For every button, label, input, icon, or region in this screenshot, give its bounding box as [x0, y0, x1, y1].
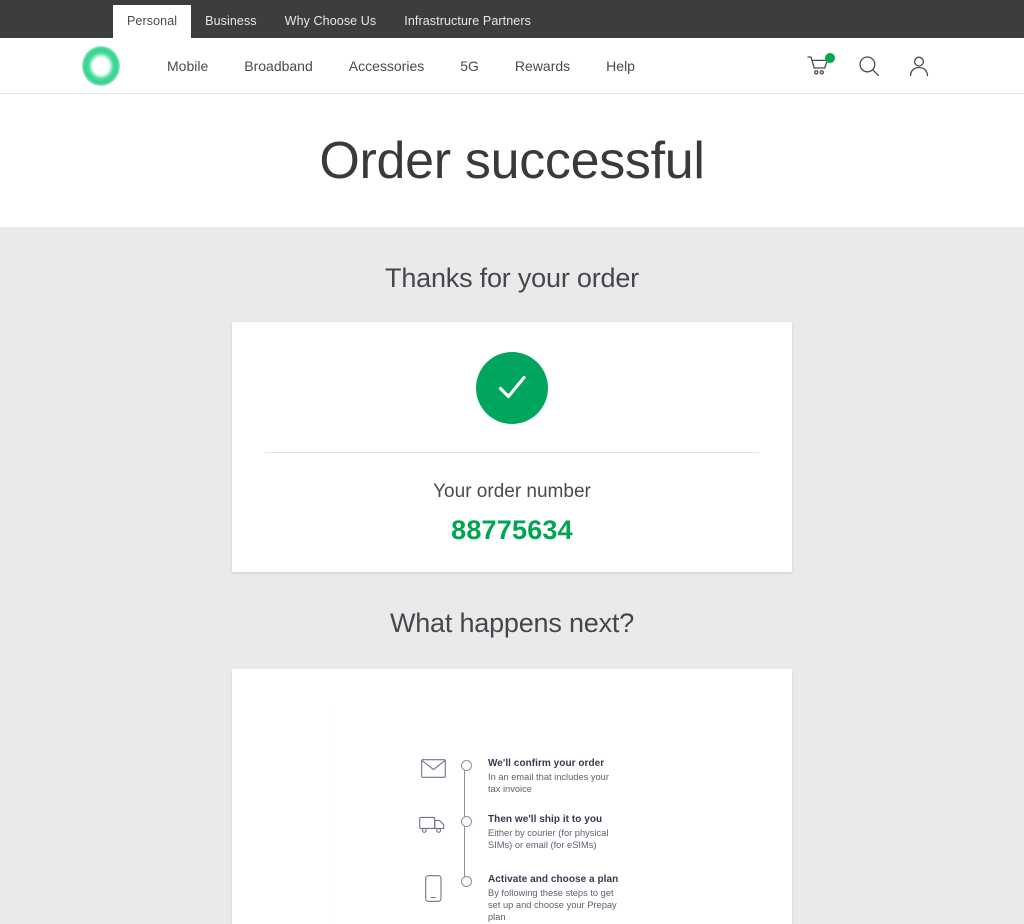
topbar-tab-personal[interactable]: Personal — [113, 5, 192, 38]
order-confirmation-card: Your order number 88775634 — [232, 322, 792, 572]
timeline-step-desc: By following these steps to get set up a… — [488, 888, 617, 922]
nav-item-accessories[interactable]: Accessories — [332, 38, 441, 94]
timeline-dot — [460, 816, 472, 828]
timeline-step-desc: In an email that includes your tax invoi… — [488, 772, 609, 794]
utility-navbar: Personal Business Why Choose Us Infrastr… — [0, 0, 1024, 38]
header-icon-group — [806, 38, 932, 94]
thanks-heading: Thanks for your order — [385, 263, 639, 293]
timeline-dot — [460, 760, 472, 771]
brand-logo[interactable] — [82, 45, 120, 86]
order-number-label: Your order number — [433, 481, 591, 502]
check-circle-icon — [476, 352, 548, 424]
nav-item-rewards[interactable]: Rewards — [498, 38, 587, 94]
order-number-value: 88775634 — [451, 515, 573, 545]
card-inner-divider — [330, 711, 331, 924]
topbar-tab-infrastructure-partners[interactable]: Infrastructure Partners — [390, 5, 545, 38]
timeline-step-desc: Either by courier (for physical SIMs) or… — [488, 828, 609, 850]
what-happens-next-heading: What happens next? — [389, 608, 635, 638]
timeline-dot — [460, 876, 472, 888]
cart-icon[interactable] — [806, 53, 835, 79]
topbar-tab-why-choose-us[interactable]: Why Choose Us — [271, 5, 391, 38]
main-header: Mobile Broadband Accessories 5G Rewards … — [0, 38, 1024, 94]
nav-item-help[interactable]: Help — [589, 38, 652, 94]
timeline-step-title: Activate and choose a plan — [488, 874, 619, 886]
primary-nav: Mobile Broadband Accessories 5G Rewards … — [150, 38, 652, 94]
timeline-step: Activate and choose a plan By following … — [416, 873, 756, 923]
timeline-steps: We'll confirm your order In an email tha… — [416, 757, 756, 923]
page-title: Order successful — [319, 131, 705, 190]
timeline-step-title: We'll confirm your order — [488, 758, 605, 769]
timeline-step-text: Then we'll ship it to you Either by cour… — [482, 813, 622, 851]
truck-icon — [416, 813, 450, 834]
timeline-step-text: Activate and choose a plan By following … — [482, 873, 622, 923]
timeline-step: We'll confirm your order In an email tha… — [416, 757, 756, 795]
timeline-dot-wrap — [450, 757, 482, 771]
card-divider — [265, 452, 759, 453]
cart-badge — [825, 53, 835, 63]
hero-section: Order successful — [0, 94, 1024, 227]
phone-icon — [416, 873, 450, 903]
brand-logo-ring-icon — [82, 45, 120, 86]
timeline-dot-wrap — [450, 873, 482, 888]
nav-item-broadband[interactable]: Broadband — [227, 38, 330, 94]
topbar-tab-business[interactable]: Business — [191, 5, 271, 38]
timeline-step: Then we'll ship it to you Either by cour… — [416, 813, 756, 851]
account-icon[interactable] — [906, 53, 932, 79]
page-body: Thanks for your order Your order number … — [0, 227, 1024, 924]
what-happens-next-card: We'll confirm your order In an email tha… — [232, 669, 792, 924]
nav-item-mobile[interactable]: Mobile — [150, 38, 225, 94]
timeline-step-title: Then we'll ship it to you — [488, 814, 603, 826]
timeline-step-text: We'll confirm your order In an email tha… — [482, 757, 622, 795]
envelope-icon — [416, 757, 450, 778]
nav-item-5g[interactable]: 5G — [443, 38, 496, 94]
search-icon[interactable] — [856, 53, 882, 79]
timeline-dot-wrap — [450, 813, 482, 828]
